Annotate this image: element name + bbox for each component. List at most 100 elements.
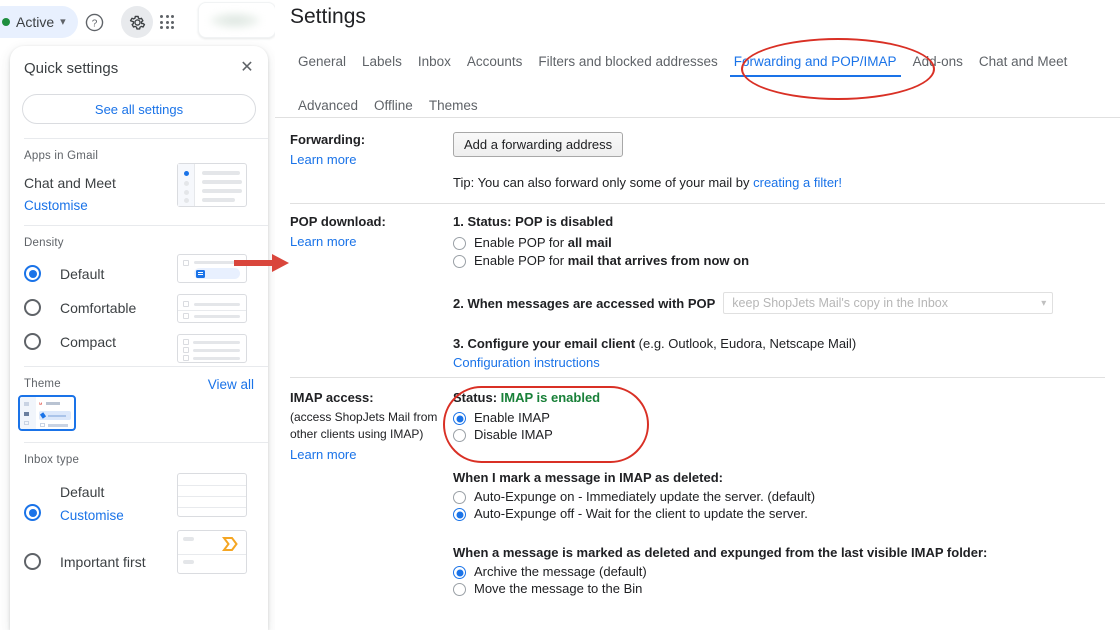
tab-accounts[interactable]: Accounts — [459, 48, 531, 77]
svg-text:?: ? — [91, 18, 97, 29]
pop-action-select-value: keep ShopJets Mail's copy in the Inbox — [732, 296, 949, 310]
forwarding-learn-more-link[interactable]: Learn more — [290, 152, 356, 167]
section-label-density: Density — [24, 237, 64, 249]
settings-tabs-row-1: General Labels Inbox Accounts Filters and bl… — [290, 48, 1110, 77]
move-to-bin-label: Move the message to the Bin — [474, 581, 643, 596]
apps-grid-icon[interactable] — [151, 6, 183, 38]
tab-chat-and-meet[interactable]: Chat and Meet — [971, 48, 1076, 77]
imap-enable-label: Enable IMAP — [474, 410, 550, 425]
density-thumbnail-comfortable[interactable] — [177, 294, 247, 323]
imap-access-label: IMAP access: — [290, 390, 374, 405]
inbox-thumbnail-default[interactable] — [177, 473, 247, 517]
autoexpunge-off-label: Auto-Expunge off - Wait for the client t… — [474, 506, 808, 521]
theme-thumbnail[interactable]: M — [18, 395, 76, 431]
pop-status-text: 1. Status: POP is disabled — [453, 214, 614, 229]
imap-status-value: IMAP is enabled — [500, 390, 601, 405]
status-chip-label: Active — [16, 14, 55, 30]
tab-forwarding-and-pop-imap[interactable]: Forwarding and POP/IMAP — [726, 48, 905, 77]
add-forwarding-address-button[interactable]: Add a forwarding address — [453, 132, 624, 157]
creating-a-filter-link[interactable]: creating a filter! — [753, 175, 842, 190]
pop-option-from-now-on[interactable]: Enable POP for mail that arrives from no… — [453, 253, 1103, 268]
pop-action-select[interactable]: keep ShopJets Mail's copy in the Inbox ▾ — [723, 292, 1054, 314]
imap-deleted-heading: When I mark a message in IMAP as deleted… — [453, 470, 723, 485]
tab-add-ons[interactable]: Add-ons — [905, 48, 971, 77]
radio-move-to-bin[interactable] — [453, 583, 466, 596]
radio-inbox-important-first[interactable] — [24, 553, 41, 570]
tab-labels[interactable]: Labels — [354, 48, 410, 77]
chevron-down-icon: ▾ — [1041, 297, 1047, 309]
quick-settings-card: Quick settings ✕ See all settings Apps i… — [10, 46, 268, 630]
density-default-label: Default — [60, 265, 105, 282]
radio-density-default[interactable] — [24, 265, 41, 282]
see-all-settings-wrap: See all settings — [10, 90, 268, 138]
radio-density-comfortable[interactable] — [24, 299, 41, 316]
gmail-topbar: Active ▾ ? — [0, 0, 275, 44]
gear-icon[interactable] — [121, 6, 153, 38]
chat-and-meet-label: Chat and Meet — [24, 175, 116, 191]
imap-disable-label: Disable IMAP — [474, 427, 553, 442]
section-label-apps: Apps in Gmail — [24, 150, 99, 162]
section-inbox-type: Inbox type Default Customise Important f… — [10, 443, 268, 593]
imap-option-disable[interactable]: Disable IMAP — [453, 427, 1103, 442]
imap-autoexpunge-off-option[interactable]: Auto-Expunge off - Wait for the client t… — [453, 506, 1103, 521]
inbox-thumbnail-important-first[interactable] — [177, 530, 247, 574]
imap-expunged-heading: When a message is marked as deleted and … — [453, 545, 988, 560]
help-icon[interactable]: ? — [78, 6, 110, 38]
radio-autoexpunge-on[interactable] — [453, 491, 466, 504]
radio-density-compact[interactable] — [24, 333, 41, 350]
pop-step3-rest: (e.g. Outlook, Eudora, Netscape Mail) — [635, 336, 857, 351]
radio-pop-all-mail[interactable] — [453, 237, 466, 250]
density-thumbnail-default[interactable] — [177, 254, 247, 283]
quick-settings-header: Quick settings ✕ — [10, 46, 268, 90]
divider — [290, 377, 1105, 378]
section-density: Density Default Comfortable Compact — [10, 226, 268, 366]
radio-imap-disable[interactable] — [453, 429, 466, 442]
status-chip-active[interactable]: Active ▾ — [0, 6, 78, 38]
screenshot-root: Active ▾ ? Quick settings ✕ See all sett… — [0, 0, 1120, 630]
forwarding-tip-text: Tip: You can also forward only some of y… — [453, 175, 754, 190]
inbox-default-customise-link[interactable]: Customise — [60, 508, 124, 523]
status-dot-icon — [2, 18, 10, 26]
pop-now-prefix: Enable POP for — [474, 253, 568, 268]
close-icon[interactable]: ✕ — [236, 57, 258, 79]
imap-option-enable[interactable]: Enable IMAP — [453, 410, 1103, 425]
imap-move-to-bin-option[interactable]: Move the message to the Bin — [453, 581, 1103, 596]
section-apps-in-gmail: Apps in Gmail Chat and Meet Customise — [10, 139, 268, 225]
pop-option-all-mail[interactable]: Enable POP for all mail — [453, 235, 1103, 250]
avatar[interactable] — [198, 2, 275, 38]
theme-view-all-link[interactable]: View all — [208, 377, 254, 392]
pop-learn-more-link[interactable]: Learn more — [290, 234, 356, 249]
archive-message-label: Archive the message (default) — [474, 564, 647, 579]
radio-autoexpunge-off[interactable] — [453, 508, 466, 521]
divider — [275, 117, 1120, 118]
pop-now-bold: mail that arrives from now on — [567, 253, 750, 268]
forwarding-label: Forwarding: — [290, 132, 366, 147]
pop-all-mail-bold: all mail — [567, 235, 612, 250]
density-comfortable-label: Comfortable — [60, 299, 137, 316]
pop-step2-label: 2. When messages are accessed with POP — [453, 295, 716, 311]
pop-download-label: POP download: — [290, 214, 386, 229]
tab-filters-and-blocked-addresses[interactable]: Filters and blocked addresses — [530, 48, 725, 77]
radio-pop-from-now-on[interactable] — [453, 255, 466, 268]
radio-archive-message[interactable] — [453, 566, 466, 579]
settings-pane: Settings General Labels Inbox Accounts Filte… — [275, 0, 1120, 630]
pop-all-mail-prefix: Enable POP for — [474, 235, 568, 250]
configuration-instructions-link[interactable]: Configuration instructions — [453, 355, 600, 370]
page-title: Settings — [290, 5, 366, 28]
tab-general[interactable]: General — [290, 48, 354, 77]
radio-inbox-default[interactable] — [24, 504, 41, 521]
imap-autoexpunge-on-option[interactable]: Auto-Expunge on - Immediately update the… — [453, 489, 1103, 504]
imap-sub-line-2: other clients using IMAP) — [290, 427, 424, 441]
imap-archive-option[interactable]: Archive the message (default) — [453, 564, 1103, 579]
customise-apps-link[interactable]: Customise — [24, 198, 88, 213]
radio-imap-enable[interactable] — [453, 412, 466, 425]
imap-learn-more-link[interactable]: Learn more — [290, 447, 356, 462]
divider — [290, 203, 1105, 204]
chevron-down-icon: ▾ — [60, 15, 66, 28]
imap-status-prefix: Status: — [453, 390, 501, 405]
density-thumbnail-compact[interactable] — [177, 334, 247, 363]
settings-tabs: General Labels Inbox Accounts Filters and bl… — [290, 48, 1110, 121]
density-compact-label: Compact — [60, 333, 117, 350]
see-all-settings-button[interactable]: See all settings — [22, 94, 256, 124]
tab-inbox[interactable]: Inbox — [410, 48, 459, 77]
